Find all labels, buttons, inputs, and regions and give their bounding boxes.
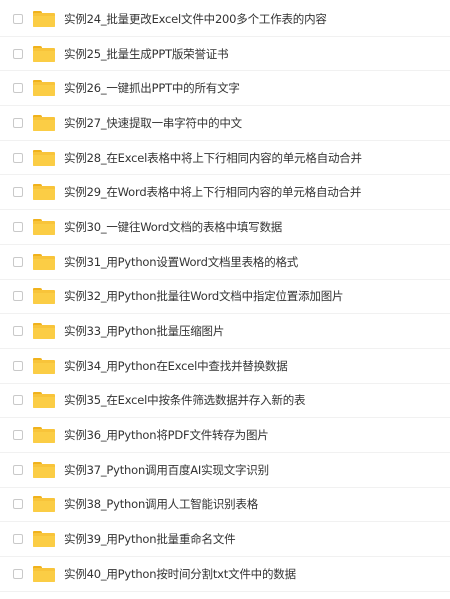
file-name[interactable]: 实例28_在Excel表格中将上下行相同内容的单元格自动合并 — [64, 150, 362, 166]
file-name[interactable]: 实例29_在Word表格中将上下行相同内容的单元格自动合并 — [64, 184, 361, 200]
file-name[interactable]: 实例39_用Python批量重命名文件 — [64, 531, 236, 547]
folder-icon — [33, 114, 55, 131]
select-checkbox[interactable] — [13, 430, 23, 441]
file-name[interactable]: 实例32_用Python批量往Word文档中指定位置添加图片 — [64, 288, 344, 304]
select-checkbox[interactable] — [13, 291, 23, 302]
file-row[interactable]: 实例28_在Excel表格中将上下行相同内容的单元格自动合并 — [0, 141, 450, 176]
select-checkbox[interactable] — [13, 83, 23, 94]
file-name[interactable]: 实例38_Python调用人工智能识别表格 — [64, 496, 258, 512]
folder-icon — [33, 496, 55, 513]
file-name[interactable]: 实例30_一键往Word文档的表格中填写数据 — [64, 219, 282, 235]
select-checkbox[interactable] — [13, 117, 23, 128]
file-row[interactable]: 实例35_在Excel中按条件筛选数据并存入新的表 — [0, 384, 450, 419]
file-row[interactable]: 实例34_用Python在Excel中查找并替换数据 — [0, 349, 450, 384]
select-checkbox[interactable] — [13, 326, 23, 337]
folder-icon — [33, 565, 55, 582]
file-row[interactable]: 实例32_用Python批量往Word文档中指定位置添加图片 — [0, 280, 450, 315]
file-name[interactable]: 实例35_在Excel中按条件筛选数据并存入新的表 — [64, 392, 306, 408]
file-name[interactable]: 实例24_批量更改Excel文件中200多个工作表的内容 — [64, 11, 327, 27]
file-row[interactable]: 实例30_一键往Word文档的表格中填写数据 — [0, 210, 450, 245]
file-name[interactable]: 实例36_用Python将PDF文件转存为图片 — [64, 427, 269, 443]
file-name[interactable]: 实例25_批量生成PPT版荣誉证书 — [64, 46, 229, 62]
file-row[interactable]: 实例38_Python调用人工智能识别表格 — [0, 488, 450, 523]
folder-icon — [33, 149, 55, 166]
folder-icon — [33, 323, 55, 340]
file-row[interactable]: 实例36_用Python将PDF文件转存为图片 — [0, 418, 450, 453]
file-row[interactable]: 实例40_用Python按时间分割txt文件中的数据 — [0, 557, 450, 592]
file-row[interactable]: 实例26_一键抓出PPT中的所有文字 — [0, 71, 450, 107]
select-checkbox[interactable] — [13, 48, 23, 59]
folder-icon — [33, 80, 55, 97]
file-name[interactable]: 实例33_用Python批量压缩图片 — [64, 323, 224, 339]
folder-icon — [33, 427, 55, 444]
select-checkbox[interactable] — [13, 464, 23, 475]
select-checkbox[interactable] — [13, 568, 23, 579]
file-row[interactable]: 实例27_快速提取一串字符中的中文 — [0, 106, 450, 141]
select-checkbox[interactable] — [13, 395, 23, 406]
file-name[interactable]: 实例34_用Python在Excel中查找并替换数据 — [64, 358, 288, 374]
file-name[interactable]: 实例26_一键抓出PPT中的所有文字 — [64, 80, 240, 96]
select-checkbox[interactable] — [13, 13, 23, 24]
folder-icon — [33, 45, 55, 62]
file-row[interactable]: 实例29_在Word表格中将上下行相同内容的单元格自动合并 — [0, 175, 450, 211]
folder-icon — [33, 184, 55, 201]
file-row[interactable]: 实例37_Python调用百度AI实现文字识别 — [0, 453, 450, 488]
select-checkbox[interactable] — [13, 187, 23, 198]
folder-icon — [33, 392, 55, 409]
folder-icon — [33, 461, 55, 478]
file-name[interactable]: 实例31_用Python设置Word文档里表格的格式 — [64, 254, 298, 270]
folder-icon — [33, 218, 55, 235]
file-row[interactable]: 实例33_用Python批量压缩图片 — [0, 314, 450, 349]
file-name[interactable]: 实例27_快速提取一串字符中的中文 — [64, 115, 242, 131]
file-row[interactable]: 实例39_用Python批量重命名文件 — [0, 522, 450, 557]
file-name[interactable]: 实例40_用Python按时间分割txt文件中的数据 — [64, 566, 296, 582]
folder-icon — [33, 531, 55, 548]
file-row[interactable]: 实例25_批量生成PPT版荣誉证书 — [0, 37, 450, 72]
file-row[interactable]: 实例24_批量更改Excel文件中200多个工作表的内容 — [0, 2, 450, 37]
file-row[interactable]: 实例31_用Python设置Word文档里表格的格式 — [0, 245, 450, 280]
select-checkbox[interactable] — [13, 152, 23, 163]
select-checkbox[interactable] — [13, 256, 23, 267]
folder-icon — [33, 288, 55, 305]
select-checkbox[interactable] — [13, 221, 23, 232]
file-list: 实例24_批量更改Excel文件中200多个工作表的内容 实例25_批量生成PPT… — [0, 0, 450, 599]
file-name[interactable]: 实例37_Python调用百度AI实现文字识别 — [64, 462, 269, 478]
select-checkbox[interactable] — [13, 534, 23, 545]
folder-icon — [33, 253, 55, 270]
select-checkbox[interactable] — [13, 499, 23, 510]
select-checkbox[interactable] — [13, 360, 23, 371]
folder-icon — [33, 357, 55, 374]
folder-icon — [33, 10, 55, 27]
